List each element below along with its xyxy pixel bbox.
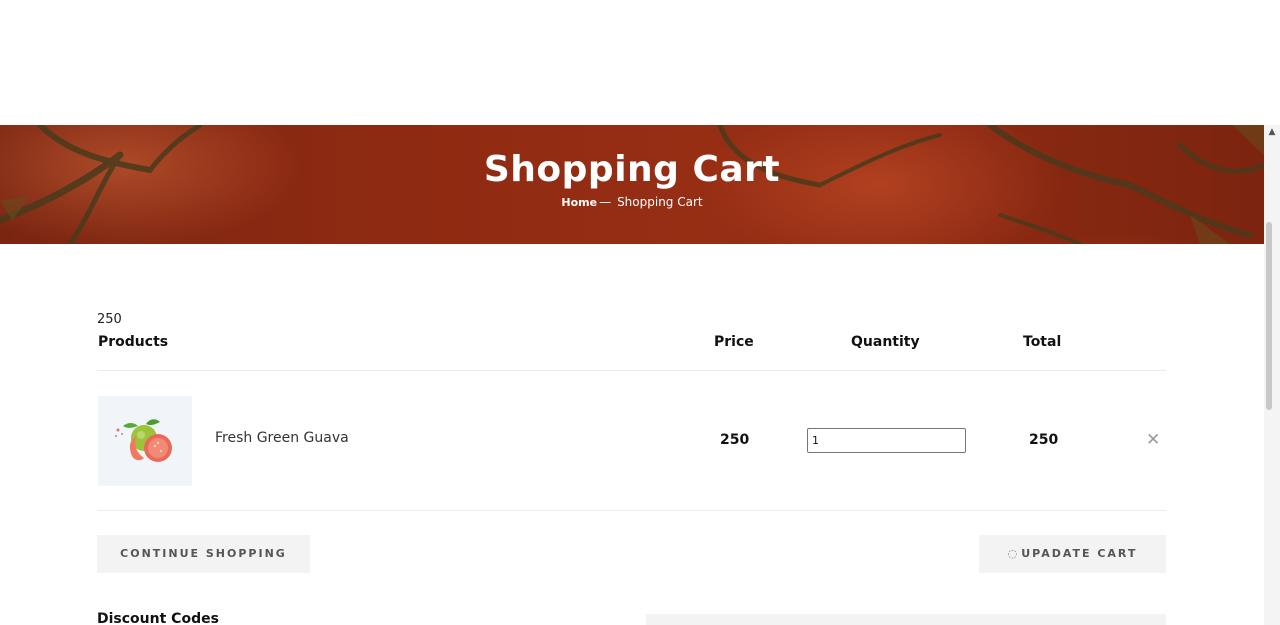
cart-summary-panel bbox=[646, 614, 1166, 625]
table-divider bbox=[97, 370, 1166, 371]
close-icon[interactable]: ✕ bbox=[1146, 430, 1160, 450]
column-header-price: Price bbox=[714, 334, 754, 350]
page-banner: Shopping Cart Home — Shopping Cart bbox=[0, 125, 1264, 244]
page-scrollbar-thumb[interactable] bbox=[1266, 222, 1272, 410]
breadcrumb-current: Shopping Cart bbox=[617, 195, 703, 209]
discount-codes-heading: Discount Codes bbox=[97, 611, 219, 625]
table-divider bbox=[97, 510, 1166, 511]
update-cart-label: UPADATE CART bbox=[1021, 547, 1138, 560]
product-thumbnail[interactable] bbox=[98, 396, 192, 486]
product-total: 250 bbox=[1029, 432, 1059, 448]
guava-fruit-icon bbox=[115, 419, 172, 462]
column-header-total: Total bbox=[1023, 334, 1062, 350]
breadcrumb: Home — Shopping Cart bbox=[0, 195, 1264, 209]
update-cart-button[interactable]: ◌ UPADATE CART bbox=[979, 535, 1166, 573]
breadcrumb-separator: — bbox=[599, 195, 612, 209]
column-header-quantity: Quantity bbox=[851, 334, 920, 350]
breadcrumb-home-link[interactable]: Home bbox=[561, 196, 597, 209]
cart-debug-value: 250 bbox=[97, 312, 122, 327]
scroll-up-arrow-icon[interactable]: ▲ bbox=[1264, 125, 1280, 139]
continue-shopping-button[interactable]: CONTINUE SHOPPING bbox=[97, 535, 310, 573]
page-title: Shopping Cart bbox=[483, 149, 781, 190]
quantity-input[interactable] bbox=[807, 428, 966, 453]
product-name-link[interactable]: Fresh Green Guava bbox=[215, 430, 349, 446]
column-header-products: Products bbox=[98, 334, 169, 350]
product-price: 250 bbox=[720, 432, 750, 448]
loading-icon: ◌ bbox=[1007, 547, 1018, 560]
